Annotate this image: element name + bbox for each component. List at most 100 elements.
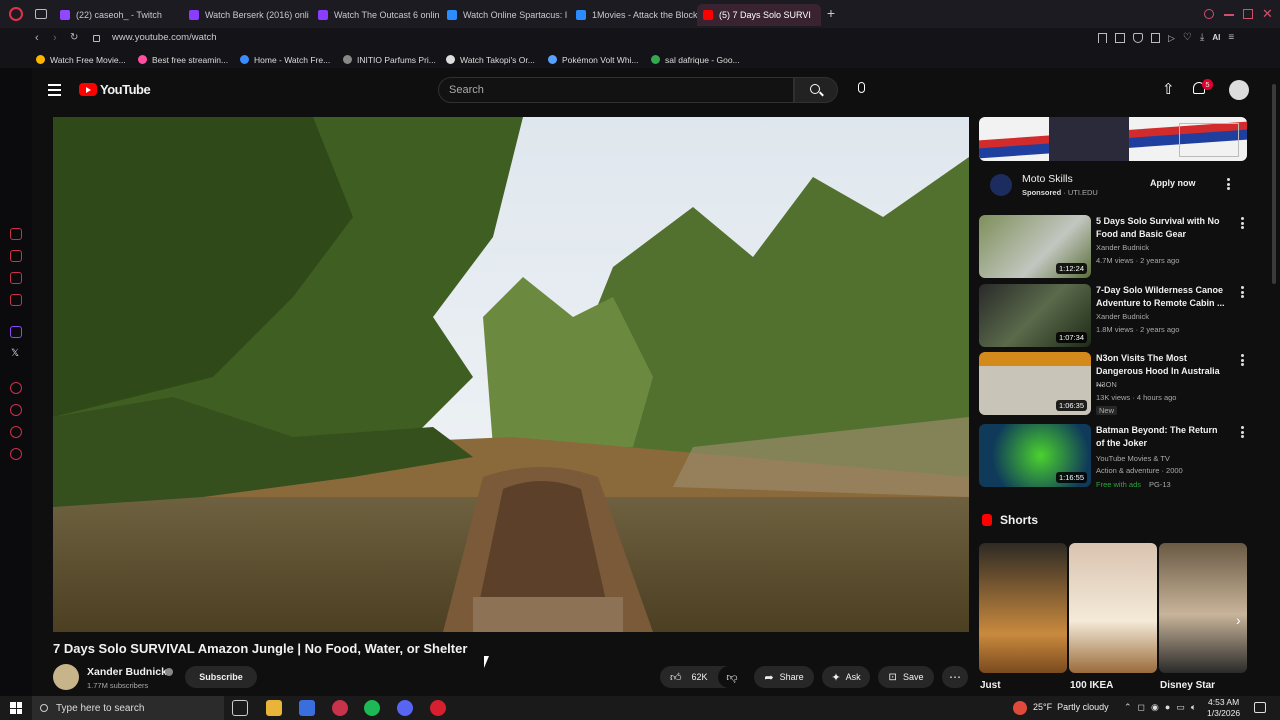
shorts-next-icon[interactable]: › (1236, 612, 1241, 628)
ad-title[interactable]: Moto Skills (1022, 173, 1073, 185)
play-icon[interactable]: ▷ (1168, 33, 1175, 45)
bookmark-item[interactable]: Watch Takopi's Or... (446, 53, 535, 66)
short-thumbnail[interactable] (1159, 543, 1247, 673)
recommendation-title[interactable]: 7-Day Solo Wilderness Canoe Adventure to… (1096, 284, 1228, 309)
store-icon[interactable] (299, 700, 315, 716)
channel-name[interactable]: Xander Budnick (87, 666, 167, 678)
recommendation-item[interactable]: 1:07:34 7-Day Solo Wilderness Canoe Adve… (979, 284, 1249, 348)
video-thumbnail[interactable]: 1:06:35 (979, 352, 1091, 415)
browser-tab[interactable]: Watch The Outcast 6 onlin (312, 4, 440, 26)
file-explorer-icon[interactable] (266, 700, 282, 716)
clock-time[interactable]: 4:53 AM (1208, 697, 1239, 707)
heart-icon[interactable]: ♡ (1183, 33, 1192, 45)
history-icon[interactable] (10, 404, 22, 416)
recommendation-menu-icon[interactable] (1241, 217, 1245, 229)
bookmark-item[interactable]: Pokémon Volt Whi... (548, 53, 639, 66)
microphone-icon[interactable] (858, 82, 865, 93)
channel-avatar[interactable] (53, 664, 79, 690)
spotify-icon[interactable] (10, 382, 22, 394)
url-field[interactable]: www.youtube.com/watch (112, 32, 217, 43)
maximize-button[interactable] (1243, 9, 1253, 19)
network-icon[interactable]: ▭ (1176, 702, 1185, 713)
page-scrollbar[interactable] (1272, 84, 1276, 284)
system-tray-icons[interactable]: ⌃ ◻ ◉ ● ▭ 🔈︎ (1124, 702, 1196, 713)
recommendation-item[interactable]: 1:12:24 5 Days Solo Survival with No Foo… (979, 215, 1249, 279)
hamburger-menu-icon[interactable] (48, 84, 61, 96)
taskbar-search-input[interactable]: Type here to search (32, 696, 224, 720)
save-button[interactable]: ⊡ Save (878, 666, 934, 688)
player-icon[interactable] (1151, 33, 1160, 43)
chevron-up-icon[interactable]: ⌃ (1124, 702, 1132, 713)
share-button[interactable]: ➦ Share (754, 666, 814, 688)
ask-button[interactable]: ✦ Ask (822, 666, 870, 688)
sidebar-app-icon[interactable] (10, 426, 22, 438)
sidebar-app-icon[interactable] (10, 294, 22, 306)
tab-overview-icon[interactable] (35, 9, 47, 19)
short-title[interactable]: 100 IKEA (1070, 680, 1113, 691)
sidebar-app-icon[interactable] (10, 250, 22, 262)
clock-date[interactable]: 1/3/2026 (1207, 708, 1240, 718)
recommendation-menu-icon[interactable] (1241, 426, 1245, 438)
account-avatar[interactable] (1229, 80, 1249, 100)
settings-icon[interactable] (10, 448, 22, 460)
forward-icon[interactable]: › (53, 32, 57, 44)
browser-tab-active[interactable]: (5) 7 Days Solo SURVI (697, 4, 821, 26)
search-input[interactable]: Search (438, 77, 794, 103)
minimize-button[interactable] (1224, 14, 1234, 16)
app-icon[interactable] (430, 700, 446, 716)
recommendation-title[interactable]: Batman Beyond: The Return of the Joker (1096, 424, 1228, 449)
recommendation-menu-icon[interactable] (1241, 354, 1245, 366)
bookmark-item[interactable]: Best free streamin... (138, 53, 228, 66)
more-actions-button[interactable]: ⋯ (942, 666, 968, 688)
dislike-button[interactable]: 👎︎ (718, 666, 746, 688)
microphone-icon[interactable]: ● (1165, 702, 1170, 713)
bookmark-item[interactable]: INITIO Parfums Pri... (343, 53, 436, 66)
sidebar-app-icon[interactable] (10, 228, 22, 240)
search-button[interactable] (794, 77, 838, 103)
tray-app-icon[interactable]: ◉ (1151, 702, 1159, 713)
recommendation-channel[interactable]: Xander Budnick (1096, 243, 1149, 252)
short-thumbnail[interactable] (979, 543, 1067, 673)
ad-menu-icon[interactable] (1227, 178, 1231, 190)
browser-logo-icon[interactable] (9, 7, 23, 21)
search-tabs-icon[interactable] (1204, 9, 1214, 19)
recommendation-channel[interactable]: Xander Budnick (1096, 312, 1149, 321)
spotify-icon[interactable] (364, 700, 380, 716)
opera-gx-icon[interactable] (332, 700, 348, 716)
new-tab-button[interactable]: + (824, 6, 838, 20)
ad-banner-image[interactable] (979, 117, 1247, 161)
recommendation-item[interactable]: 1:16:55 Batman Beyond: The Return of the… (979, 424, 1249, 489)
address-actions-icons[interactable]: ▷ ♡ ⤓ AI ≡ (1098, 33, 1248, 45)
discord-icon[interactable] (397, 700, 413, 716)
browser-tab[interactable]: Watch Berserk (2016) onli (183, 4, 311, 26)
twitch-icon[interactable] (10, 326, 22, 338)
browser-tab[interactable]: 1Movies - Attack the Block (570, 4, 698, 26)
short-title[interactable]: Just (980, 680, 1001, 691)
sidebar-app-icon[interactable] (10, 272, 22, 284)
video-player[interactable] (53, 117, 969, 632)
screenshot-icon[interactable] (1115, 33, 1125, 43)
bookmark-item[interactable]: sal dafrique - Goo... (651, 53, 740, 66)
recommendation-channel[interactable]: N3ON (1096, 380, 1117, 389)
ai-icon[interactable]: AI (1212, 33, 1220, 45)
task-view-icon[interactable] (232, 700, 248, 716)
download-icon[interactable]: ⤓ (1200, 33, 1204, 45)
browser-tab[interactable]: (22) caseoh_ - Twitch (54, 4, 182, 26)
apply-now-button[interactable]: Apply now (1150, 178, 1196, 188)
upload-icon[interactable]: ⇧ (1162, 80, 1175, 98)
volume-icon[interactable]: 🔈︎ (1191, 702, 1196, 713)
recommendation-title[interactable]: 5 Days Solo Survival with No Food and Ba… (1096, 215, 1228, 240)
short-thumbnail[interactable] (1069, 543, 1157, 673)
youtube-logo[interactable]: YouTube (79, 82, 151, 97)
windows-start-icon[interactable] (10, 702, 22, 714)
tray-app-icon[interactable]: ◻ (1138, 702, 1145, 713)
close-window-button[interactable]: ✕ (1262, 6, 1273, 22)
subscribe-button[interactable]: Subscribe (185, 666, 257, 688)
video-thumbnail[interactable]: 1:16:55 (979, 424, 1091, 487)
recommendation-channel[interactable]: YouTube Movies & TV (1096, 454, 1170, 463)
bookmark-item[interactable]: Home - Watch Fre... (240, 53, 330, 66)
notifications-icon[interactable] (1254, 702, 1266, 713)
shield-icon[interactable] (1133, 33, 1143, 43)
x-icon[interactable]: 𝕏 (11, 348, 19, 359)
short-title[interactable]: Disney Star (1160, 680, 1215, 691)
